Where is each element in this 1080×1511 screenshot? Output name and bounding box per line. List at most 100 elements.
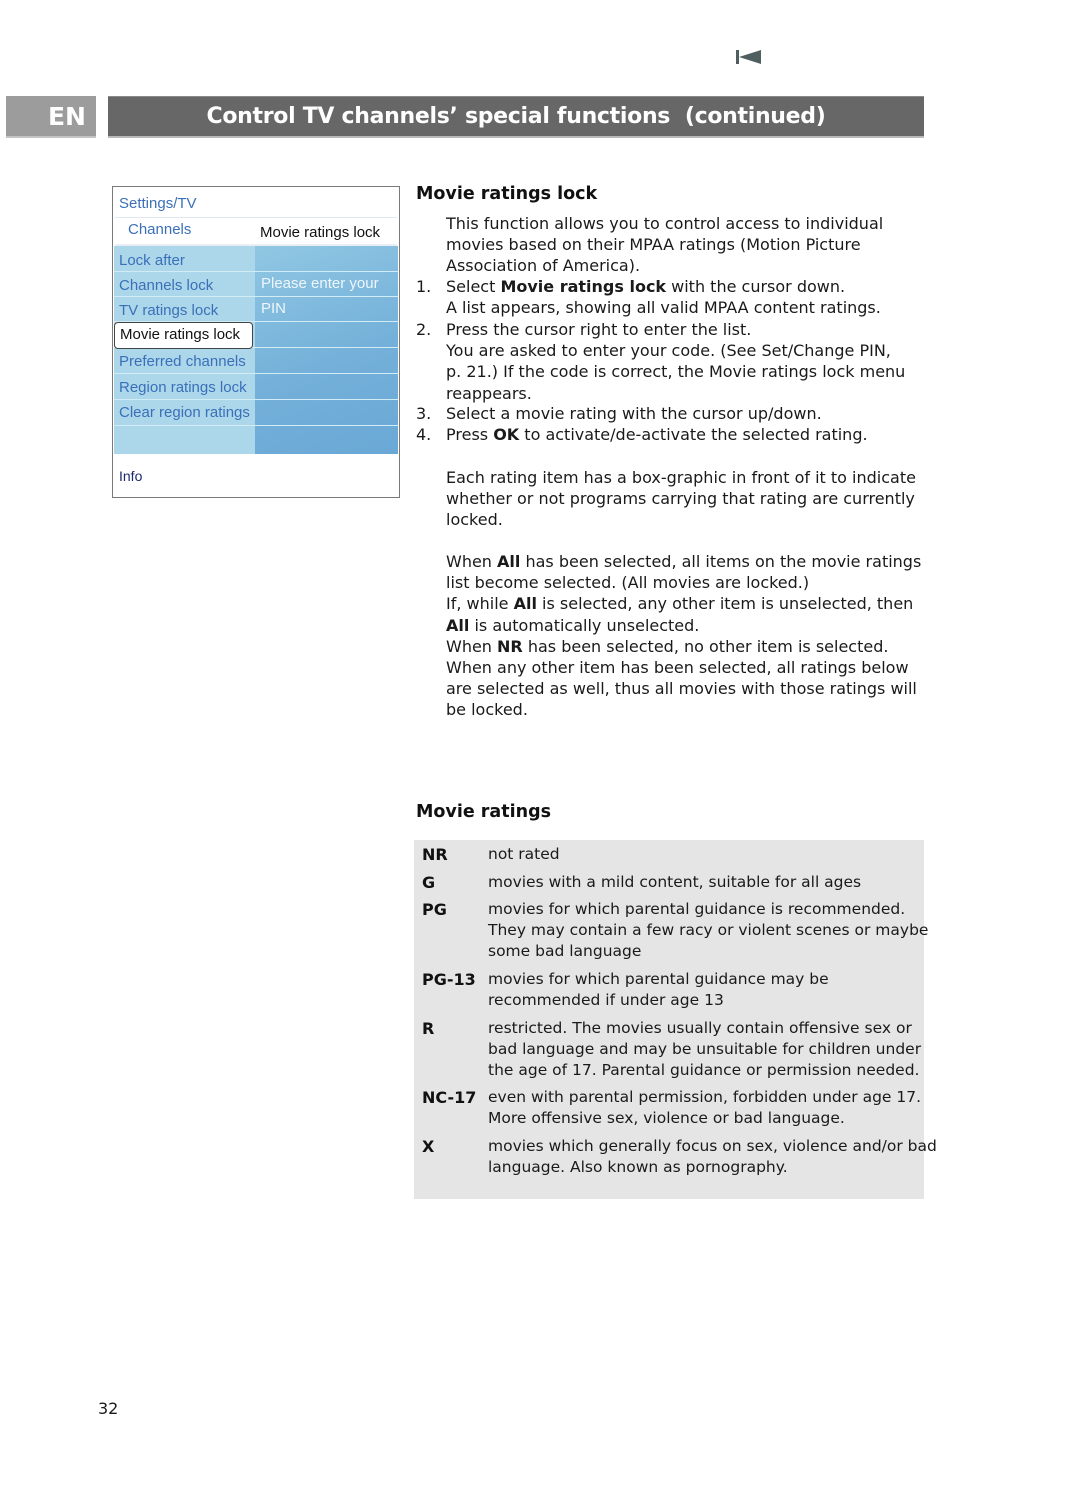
text-line: whether or not programs carrying that ra… (446, 489, 915, 509)
menu-item-channels-lock[interactable]: Channels lock (119, 273, 213, 298)
text-line: Press the cursor right to enter the list… (446, 320, 752, 339)
text-line: recommended if under age 13 (488, 991, 724, 1010)
rating-description: movies for which parental guidance is re… (488, 899, 928, 963)
pin-prompt: Please enter your (261, 275, 379, 292)
menu-info-label: Info (119, 468, 143, 484)
text-line: All is automatically unselected. (446, 615, 921, 636)
text-line: When NR has been selected, no other item… (446, 636, 921, 657)
text: are selected as well, thus all movies wi… (446, 679, 917, 699)
text-line: This function allows you to control acce… (446, 214, 884, 233)
text-line: reappears. (446, 383, 532, 403)
text-line: movies with a mild content, suitable for… (488, 873, 862, 891)
text-line: A list appears, showing all valid MPAA c… (446, 297, 881, 318)
rating-code: R (422, 1019, 435, 1038)
text: list become selected. (All movies are lo… (446, 573, 810, 593)
bold-text: All (446, 615, 470, 635)
text-line: be locked. (446, 699, 921, 720)
text-line: some bad language (488, 942, 642, 961)
section-heading-movie-ratings: Movie ratings (416, 802, 552, 822)
text-line: movies for which parental guidance is re… (488, 900, 906, 918)
text-line: You are asked to enter your code. (See S… (446, 341, 891, 361)
menu-item-tv-ratings-lock[interactable]: TV ratings lock (119, 298, 218, 323)
rating-description: movies for which parental guidance may b… (488, 969, 829, 1011)
divider (115, 217, 397, 218)
selection-rules: When All has been selected, all items on… (446, 551, 921, 721)
step-text: Press the cursor right to enter the list… (446, 319, 905, 404)
rating-description: not rated (488, 844, 560, 865)
text-line: Association of America). (446, 256, 641, 276)
text: is selected, any other item is unselecte… (536, 594, 914, 614)
text-line: list become selected. (All movies are lo… (446, 572, 921, 593)
text-line: Select Movie ratings lock with the curso… (446, 276, 881, 297)
rating-description: movies which generally focus on sex, vio… (488, 1136, 937, 1178)
menu-item-region-ratings-lock[interactable]: Region ratings lock (119, 375, 247, 400)
tv-menu-panel: Settings/TV Channels Movie ratings lock … (112, 186, 400, 498)
menu-section-channels: Channels (128, 221, 192, 238)
text: with the cursor down. (666, 277, 846, 296)
rating-code: G (422, 873, 436, 892)
rating-code: PG-13 (422, 970, 476, 989)
text: When (446, 636, 498, 656)
bold-text: OK (493, 425, 520, 444)
text-line: restricted. The movies usually contain o… (488, 1019, 912, 1037)
text-line: not rated (488, 845, 560, 863)
rating-code: NR (422, 845, 448, 864)
bold-text: NR (497, 636, 523, 656)
text-line: Press OK to activate/de-activate the sel… (446, 424, 868, 445)
skip-back-icon[interactable] (736, 49, 762, 65)
text-line: movies which generally focus on sex, vio… (488, 1137, 937, 1155)
rating-description: even with parental permission, forbidden… (488, 1087, 921, 1129)
menu-item-preferred-channels[interactable]: Preferred channels (119, 349, 246, 374)
bold-text: Movie ratings lock (500, 277, 667, 296)
step-number: 1. (416, 277, 432, 296)
text-line: the age of 17. Parental guidance or perm… (488, 1061, 920, 1080)
text-line: bad language and may be unsuitable for c… (488, 1040, 922, 1059)
text-line: More offensive sex, violence or bad lang… (488, 1109, 845, 1128)
text-line: Each rating item has a box-graphic in fr… (446, 468, 916, 487)
intro-paragraph: This function allows you to control acce… (446, 213, 883, 277)
menu-item-lock-after[interactable]: Lock after (119, 248, 185, 273)
step-text: Press OK to activate/de-activate the sel… (446, 424, 868, 445)
text: to activate/de-activate the selected rat… (519, 425, 868, 444)
rating-description: movies with a mild content, suitable for… (488, 872, 861, 893)
text-line: language. Also known as pornography. (488, 1158, 788, 1177)
bold-text: All (497, 552, 521, 571)
bold-text: All (513, 594, 537, 614)
text: When (446, 552, 498, 571)
divider (114, 425, 398, 426)
text-line: If, while All is selected, any other ite… (446, 593, 921, 614)
text: be locked. (446, 700, 528, 720)
step-text: Select a movie rating with the cursor up… (446, 403, 822, 424)
menu-item-movie-ratings-lock[interactable]: Movie ratings lock (114, 322, 253, 349)
menu-panel-title: Movie ratings lock (260, 224, 381, 241)
rating-code: PG (422, 900, 447, 919)
text-line: When All has been selected, all items on… (446, 551, 921, 572)
text: is automatically unselected. (469, 615, 700, 635)
language-tab: EN (6, 96, 96, 138)
step-number: 2. (416, 320, 432, 339)
box-graphic-note: Each rating item has a box-graphic in fr… (446, 467, 916, 531)
pin-prompt: PIN (261, 300, 287, 317)
rating-code: X (422, 1137, 435, 1156)
text-line: movies based on their MPAA ratings (Moti… (446, 235, 861, 255)
text-line: movies for which parental guidance may b… (488, 970, 829, 988)
text: Press (446, 425, 494, 444)
rating-code: NC-17 (422, 1088, 477, 1107)
text-line: are selected as well, thus all movies wi… (446, 678, 921, 699)
text: When any other item has been selected, a… (446, 658, 909, 678)
text: has been selected, all items on the movi… (520, 552, 922, 571)
text-line: even with parental permission, forbidden… (488, 1088, 922, 1106)
step-number: 4. (416, 425, 432, 444)
page-number: 32 (98, 1399, 119, 1418)
rating-description: restricted. The movies usually contain o… (488, 1018, 921, 1082)
text: If, while (446, 594, 514, 614)
text-line: They may contain a few racy or violent s… (488, 921, 929, 940)
text-line: When any other item has been selected, a… (446, 657, 921, 678)
text-line: Select a movie rating with the cursor up… (446, 404, 822, 423)
menu-item-clear-region-ratings[interactable]: Clear region ratings (119, 400, 250, 425)
section-heading-movie-ratings-lock: Movie ratings lock (416, 184, 598, 204)
text: Select (446, 277, 501, 296)
text-line: locked. (446, 510, 503, 530)
menu-breadcrumb: Settings/TV (119, 195, 197, 212)
page-title: Control TV channels’ special functions (… (108, 96, 924, 138)
